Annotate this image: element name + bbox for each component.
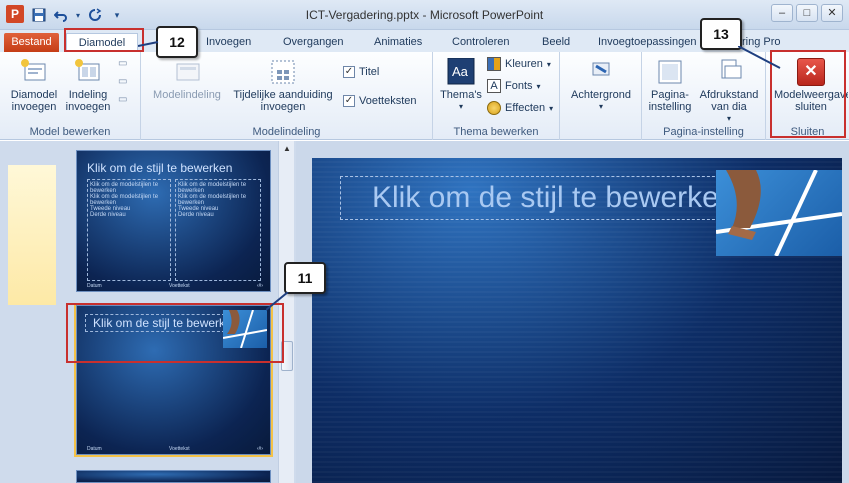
tab-beeld[interactable]: Beeld [536, 33, 576, 52]
rename-icon[interactable]: ▭ [118, 76, 132, 94]
callout-13: 13 [700, 18, 742, 50]
master-layout-icon [172, 58, 202, 86]
preserve-icon[interactable]: ▭ [118, 94, 132, 112]
slide-title-text: Klik om de stijl te bewerken [372, 181, 736, 214]
effects-icon [487, 101, 501, 115]
selection-highlight-strip [8, 165, 56, 305]
group-label-pagina-instelling: Pagina-instelling [663, 126, 744, 138]
background-icon [586, 58, 616, 86]
kleuren-button[interactable]: Kleuren ▾ [487, 57, 551, 71]
fonts-button[interactable]: A Fonts ▾ [487, 79, 541, 93]
tab-bestand[interactable]: Bestand [4, 33, 59, 52]
tab-overgangen[interactable]: Overgangen [277, 33, 350, 52]
effecten-button[interactable]: Effecten ▾ [487, 101, 553, 115]
minimize-button[interactable]: – [771, 4, 793, 22]
highlight-title-placeholder [66, 303, 284, 363]
indeling-invoegen-button[interactable]: Indeling invoegen [62, 58, 114, 113]
modelindeling-button[interactable]: Modelindeling [147, 58, 227, 101]
page-setup-icon [655, 58, 685, 86]
maximize-button[interactable]: □ [796, 4, 818, 22]
highlight-diamodel-tab [64, 28, 144, 52]
thumbnail-next[interactable] [76, 470, 271, 483]
slide-photo [716, 170, 842, 256]
tijdelijke-aanduiding-button[interactable]: Tijdelijke aanduiding invoegen [227, 58, 339, 113]
callout-12: 12 [156, 26, 198, 58]
close-button[interactable]: ✕ [821, 4, 843, 22]
voetteksten-check-icon: ✓ [343, 95, 355, 107]
group-model-bewerken: Diamodel invoegen Indeling invoegen ▭ ▭ … [0, 52, 141, 140]
pagina-instelling-button[interactable]: Pagina-instelling [646, 58, 694, 113]
ribbon: Diamodel invoegen Indeling invoegen ▭ ▭ … [0, 52, 849, 140]
callout-12-pointer [138, 41, 159, 47]
themes-icon: Aa [446, 57, 476, 86]
group-achtergrond: Achtergrond ▾ [560, 52, 642, 140]
fonts-icon: A [487, 79, 501, 93]
titel-check-icon: ✓ [343, 66, 355, 78]
achtergrond-button[interactable]: Achtergrond ▾ [566, 58, 636, 113]
tab-invoegen[interactable]: Invoegen [200, 33, 257, 52]
placeholder-icon [268, 58, 298, 86]
small-model-tools: ▭ ▭ ▭ [118, 58, 132, 112]
thumbnail-title: Klik om de stijl te bewerken [87, 161, 233, 175]
group-label-thema-bewerken: Thema bewerken [453, 126, 539, 138]
group-thema-bewerken: Aa Thema's ▾ Kleuren ▾ A Fonts ▾ Effecten ▾… [433, 52, 560, 140]
tab-invoegtoepassingen[interactable]: Invoegtoepassingen [592, 33, 702, 52]
thumbnail-right-column: Klik om de modelstijlen te bewerken Klik… [175, 179, 261, 281]
diamodel-invoegen-button[interactable]: Diamodel invoegen [6, 58, 62, 113]
voetteksten-checkbox[interactable]: ✓ Voetteksten [343, 95, 417, 107]
callout-11: 11 [284, 262, 326, 294]
tab-controleren[interactable]: Controleren [446, 33, 515, 52]
svg-text:Aa: Aa [452, 64, 469, 79]
thumbnail-comparison-layout[interactable]: Klik om de stijl te bewerken Klik om de … [76, 150, 271, 292]
window-controls: – □ ✕ [771, 4, 843, 22]
delete-icon[interactable]: ▭ [118, 58, 132, 76]
tab-animaties[interactable]: Animaties [368, 33, 428, 52]
themas-button[interactable]: Aa Thema's ▾ [437, 57, 485, 113]
insert-slide-master-icon [19, 58, 49, 86]
callout-11-pointer [266, 292, 289, 311]
insert-layout-icon [73, 58, 103, 86]
colors-icon [487, 57, 501, 71]
thumbnail-footer: Datum Voettekst ‹#› [87, 446, 263, 452]
scroll-up-icon[interactable]: ▲ [282, 144, 292, 153]
group-modelindeling: Modelindeling Tijdelijke aanduiding invo… [141, 52, 433, 140]
group-label-model-bewerken: Model bewerken [29, 126, 111, 138]
callout-13-pointer [738, 46, 781, 69]
titel-checkbox[interactable]: ✓ Titel [343, 66, 379, 78]
group-label-modelindeling: Modelindeling [252, 126, 321, 138]
thumbnail-footer: Datum Voettekst ‹#› [87, 283, 263, 289]
thumbnail-left-column: Klik om de modelstijlen te bewerken Klik… [87, 179, 171, 281]
